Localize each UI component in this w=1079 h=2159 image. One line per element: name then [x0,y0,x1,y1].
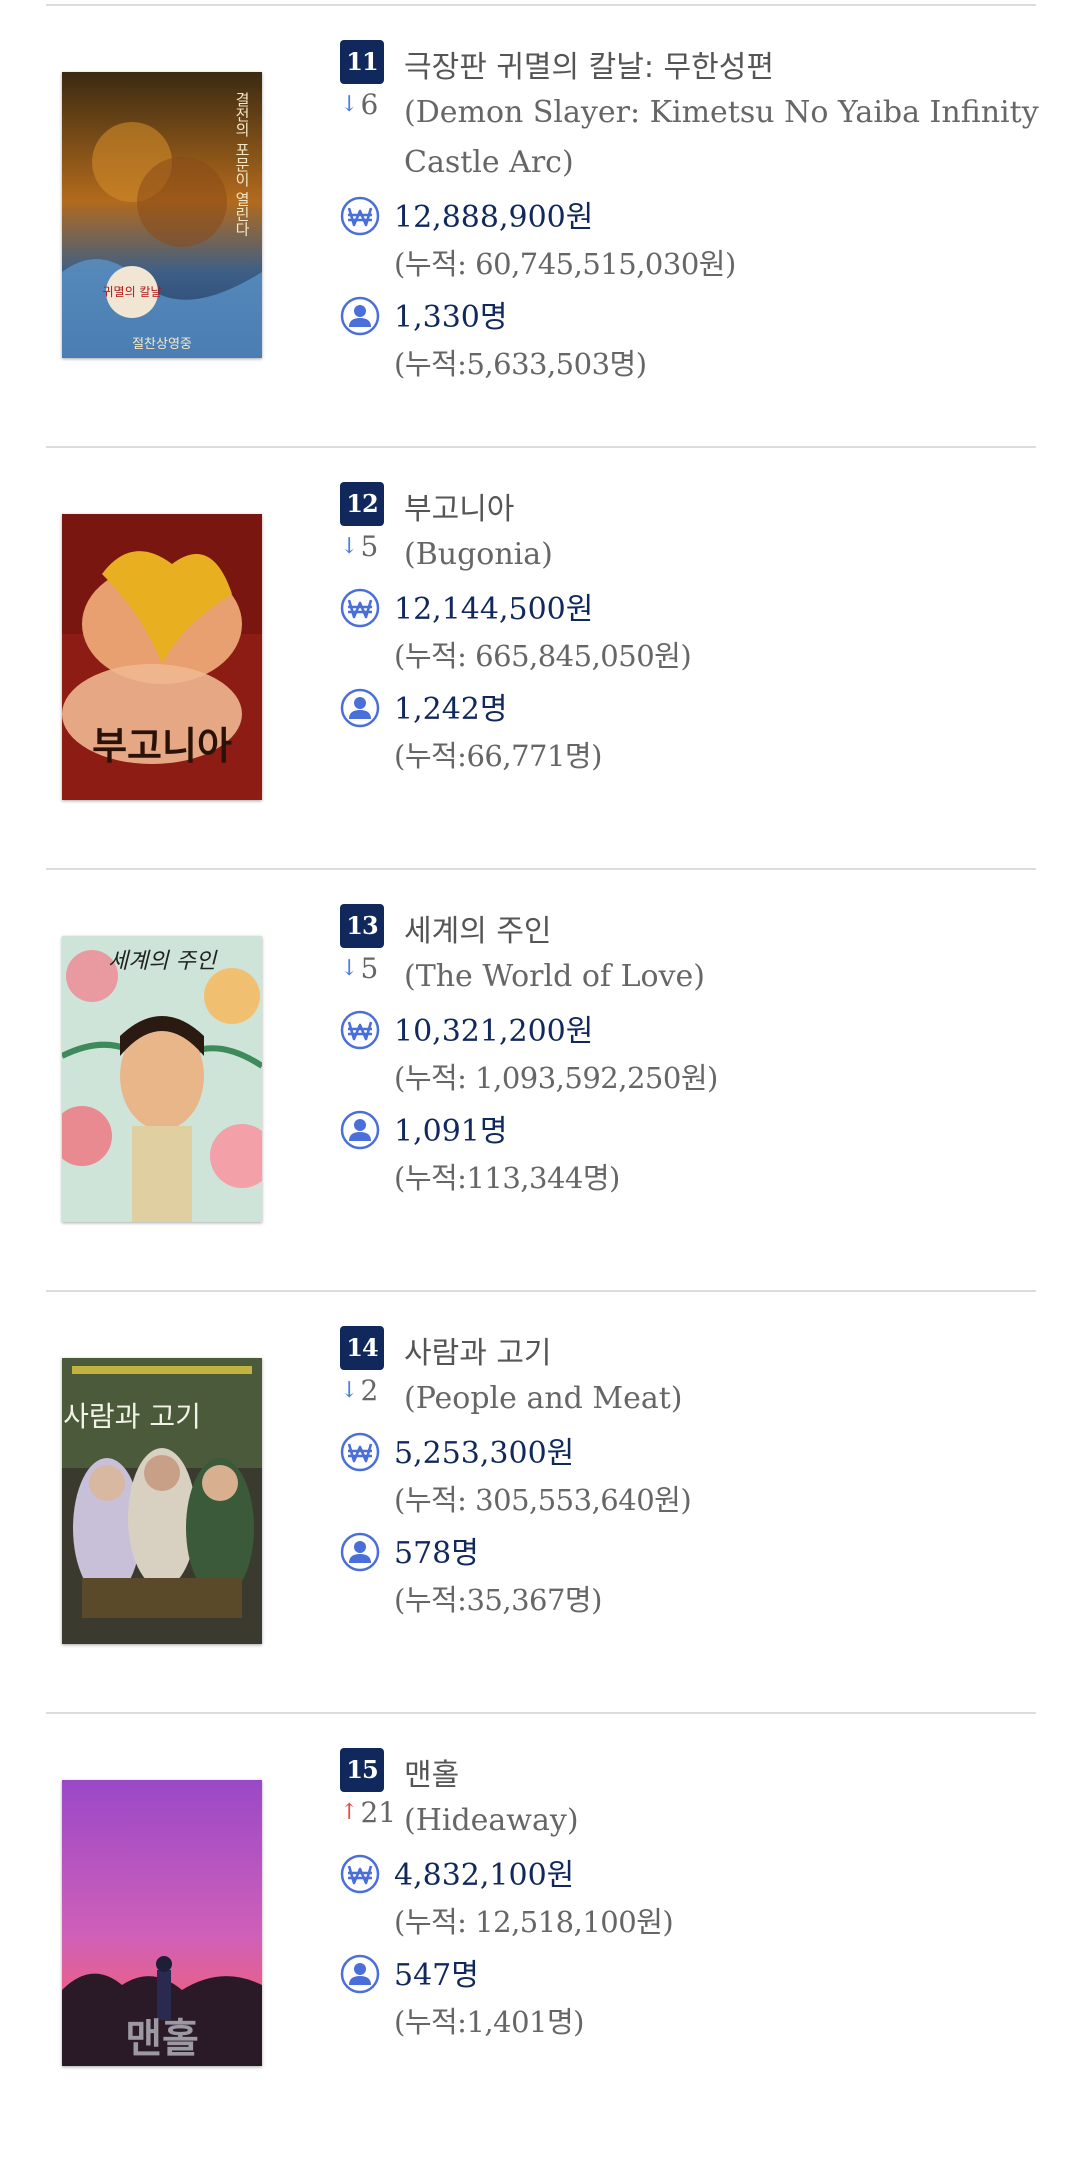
korean-title[interactable]: 극장판 귀멸의 칼날: 무한성편 [404,42,774,86]
won-coin-icon [340,196,380,236]
audience-stat: 1,091명 (누적:113,344명) [340,1110,1040,1202]
sales-value: 10,321,200원 [394,1014,594,1049]
sales-stat: 12,888,900원 (누적: 60,745,515,030원) [340,196,1040,288]
audience-accumulated: (누적:1,401명) [394,2005,584,2039]
rank-badge: 12 [340,482,384,526]
audience-stat: 547명 (누적:1,401명) [340,1954,1040,2046]
poster-image: 사람과 고기 [62,1358,262,1644]
audience-accumulated: (누적:35,367명) [394,1583,602,1617]
sales-stat: 5,253,300원 (누적: 305,553,640원) [340,1432,1040,1524]
sales-accumulated: (누적: 665,845,050원) [394,639,692,673]
movie-entry[interactable]: 부고니아 12 부고니아 ↓5 (Bugonia) 12,144,500원 (누… [46,446,1036,893]
rank-badge: 14 [340,1326,384,1370]
person-icon [340,1954,380,1994]
person-icon [340,688,380,728]
movie-entry[interactable]: 귀멸의 칼날 결전의 포문이 열린다 절찬상영중 11 극장판 귀멸의 칼날: … [46,4,1039,451]
movie-info: 11 극장판 귀멸의 칼날: 무한성편 ↓6 (Demon Slayer: Ki… [340,38,1040,388]
poster-image: 맨홀 [62,1780,262,2066]
movie-poster[interactable]: 맨홀 [62,1780,262,2066]
movie-info: 14 사람과 고기 ↓2 (People and Meat) 5,253,300… [340,1324,1040,1624]
audience-value: 578명 [394,1536,479,1571]
rank-change: ↓2 [340,1374,400,1414]
rank-change-value: 6 [360,88,379,121]
sales-stat: 10,321,200원 (누적: 1,093,592,250원) [340,1010,1040,1102]
movie-poster[interactable]: 귀멸의 칼날 결전의 포문이 열린다 절찬상영중 [62,72,262,358]
korean-title[interactable]: 세계의 주인 [404,906,552,950]
audience-value: 1,330명 [394,300,508,335]
arrow-down-icon: ↓ [340,956,359,981]
english-title: (The World of Love) [404,959,705,994]
rank-change-value: 5 [360,952,379,985]
sales-accumulated: (누적: 12,518,100원) [394,1905,674,1939]
movie-info: 12 부고니아 ↓5 (Bugonia) 12,144,500원 (누적: 66… [340,480,1040,780]
english-title: (Demon Slayer: Kimetsu No Yaiba Infinity… [404,95,1039,180]
rank-change: ↑21 [340,1796,400,1836]
english-title: (Hideaway) [404,1803,579,1838]
movie-info: 13 세계의 주인 ↓5 (The World of Love) 10,321,… [340,902,1040,1202]
won-coin-icon [340,1010,380,1050]
korean-title[interactable]: 맨홀 [404,1750,459,1794]
person-icon [340,296,380,336]
won-coin-icon [340,588,380,628]
english-title: (People and Meat) [404,1381,683,1416]
svg-text:절찬상영중: 절찬상영중 [132,337,192,352]
sales-stat: 4,832,100원 (누적: 12,518,100원) [340,1854,1040,1946]
audience-accumulated: (누적:5,633,503명) [394,347,647,381]
svg-text:사람과 고기: 사람과 고기 [63,1400,201,1433]
sales-accumulated: (누적: 1,093,592,250원) [394,1061,718,1095]
svg-text:결전의 포문이 열린다: 결전의 포문이 열린다 [233,92,251,237]
won-coin-icon [340,1432,380,1472]
rank-badge: 11 [340,40,384,84]
rank-badge: 13 [340,904,384,948]
sales-value: 12,144,500원 [394,592,594,627]
person-icon [340,1532,380,1572]
rank-change: ↓6 [340,88,400,128]
sales-stat: 12,144,500원 (누적: 665,845,050원) [340,588,1040,680]
arrow-up-icon: ↑ [340,1800,359,1825]
movie-info: 15 맨홀 ↑21 (Hideaway) 4,832,100원 (누적: 12,… [340,1746,1040,2046]
korean-title[interactable]: 부고니아 [404,484,514,528]
audience-accumulated: (누적:113,344명) [394,1161,620,1195]
movie-poster[interactable]: 부고니아 [62,514,262,800]
movie-poster[interactable]: 사람과 고기 [62,1358,262,1644]
person-icon [340,1110,380,1150]
sales-value: 4,832,100원 [394,1858,575,1893]
audience-value: 1,242명 [394,692,508,727]
rank-change: ↓5 [340,530,400,570]
svg-text:세계의 주인: 세계의 주인 [108,949,218,974]
svg-text:부고니아: 부고니아 [92,724,232,768]
rank-badge: 15 [340,1748,384,1792]
won-coin-icon [340,1854,380,1894]
rank-change: ↓5 [340,952,400,992]
sales-accumulated: (누적: 305,553,640원) [394,1483,692,1517]
rank-change-value: 2 [360,1374,379,1407]
audience-stat: 1,330명 (누적:5,633,503명) [340,296,1040,388]
poster-image: 귀멸의 칼날 결전의 포문이 열린다 절찬상영중 [62,72,262,358]
poster-image: 부고니아 [62,514,262,800]
audience-stat: 578명 (누적:35,367명) [340,1532,1040,1624]
arrow-down-icon: ↓ [340,534,359,559]
arrow-down-icon: ↓ [340,92,359,117]
sales-value: 5,253,300원 [394,1436,575,1471]
poster-image: 세계의 주인 [62,936,262,1222]
korean-title[interactable]: 사람과 고기 [404,1328,552,1372]
audience-accumulated: (누적:66,771명) [394,739,602,773]
movie-entry[interactable]: 세계의 주인 13 세계의 주인 ↓5 (The World of Love) [46,868,1036,1315]
arrow-down-icon: ↓ [340,1378,359,1403]
sales-accumulated: (누적: 60,745,515,030원) [394,247,736,281]
audience-value: 1,091명 [394,1114,508,1149]
rank-change-value: 21 [360,1796,397,1829]
movie-entry[interactable]: 사람과 고기 14 사람과 고기 ↓2 (People and Meat) 5,… [46,1290,1036,1737]
svg-text:귀멸의 칼날: 귀멸의 칼날 [102,285,161,299]
rank-change-value: 5 [360,530,379,563]
audience-value: 547명 [394,1958,479,1993]
audience-stat: 1,242명 (누적:66,771명) [340,688,1040,780]
svg-text:맨홀: 맨홀 [125,2016,199,2062]
english-title: (Bugonia) [404,537,553,572]
movie-poster[interactable]: 세계의 주인 [62,936,262,1222]
movie-entry[interactable]: 맨홀 15 맨홀 ↑21 (Hideaway) 4,832,100원 (누적: … [46,1712,1036,2159]
sales-value: 12,888,900원 [394,200,594,235]
